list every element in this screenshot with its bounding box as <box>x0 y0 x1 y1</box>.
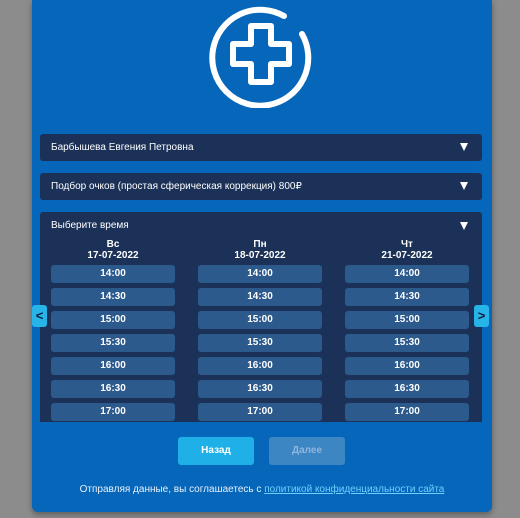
time-slot-button[interactable]: 17:00 <box>51 403 175 421</box>
day-heading: Пн 18-07-2022 <box>198 239 322 265</box>
consent-note: Отправляя данные, вы соглашаетесь с поли… <box>32 484 492 495</box>
day-column: Чт 21-07-2022 14:00 14:30 15:00 15:30 16:00 16:… <box>345 239 469 422</box>
consent-text: Отправляя данные, вы соглашаетесь с <box>79 484 265 495</box>
time-slot-button[interactable]: 16:00 <box>198 357 322 375</box>
time-slot-button[interactable]: 15:30 <box>51 334 175 352</box>
time-slot-button[interactable]: 17:00 <box>345 403 469 421</box>
time-select[interactable]: Выберите время <box>40 212 482 239</box>
day-column: Вс 17-07-2022 14:00 14:30 15:00 15:30 16:00 16:… <box>51 239 175 422</box>
time-slot-button[interactable]: 16:00 <box>345 357 469 375</box>
booking-panel: Барбышева Евгения Петровна Подбор очков … <box>32 0 492 512</box>
time-slot-button[interactable]: 16:30 <box>51 380 175 398</box>
doctor-select-value: Барбышева Евгения Петровна <box>51 142 194 153</box>
medical-cross-icon <box>209 6 312 108</box>
triangle-down-icon <box>460 143 468 151</box>
next-button[interactable]: Далее <box>269 437 345 465</box>
time-slot-button[interactable]: 14:30 <box>345 288 469 306</box>
time-slot-button[interactable]: 15:30 <box>198 334 322 352</box>
day-heading: Чт 21-07-2022 <box>345 239 469 265</box>
day-weekday: Чт <box>401 239 413 250</box>
day-heading: Вс 17-07-2022 <box>51 239 175 265</box>
doctor-select[interactable]: Барбышева Евгения Петровна <box>40 134 482 161</box>
back-button[interactable]: Назад <box>178 437 254 465</box>
time-slot-button[interactable]: 16:30 <box>198 380 322 398</box>
day-weekday: Вс <box>106 239 120 250</box>
time-slot-button[interactable]: 15:00 <box>51 311 175 329</box>
time-slot-button[interactable]: 16:30 <box>345 380 469 398</box>
time-slot-button[interactable]: 14:00 <box>51 265 175 283</box>
privacy-policy-link[interactable]: политикой конфиденциальности сайта <box>264 484 444 495</box>
day-date: 21-07-2022 <box>381 250 433 261</box>
time-slot-button[interactable]: 15:00 <box>345 311 469 329</box>
prev-days-button[interactable]: < <box>32 305 47 327</box>
time-slot-button[interactable]: 15:30 <box>345 334 469 352</box>
time-slot-button[interactable]: 14:30 <box>198 288 322 306</box>
time-slot-button[interactable]: 17:00 <box>198 403 322 421</box>
triangle-down-icon <box>460 222 468 230</box>
service-select-value: Подбор очков (простая сферическая коррек… <box>51 181 302 192</box>
day-date: 17-07-2022 <box>87 250 139 261</box>
backdrop-left <box>0 0 32 518</box>
time-slot-button[interactable]: 15:00 <box>198 311 322 329</box>
next-days-button[interactable]: > <box>474 305 489 327</box>
service-select[interactable]: Подбор очков (простая сферическая коррек… <box>40 173 482 200</box>
triangle-down-icon <box>460 182 468 190</box>
day-column: Пн 18-07-2022 14:00 14:30 15:00 15:30 16:00 16:… <box>198 239 322 422</box>
time-slot-button[interactable]: 16:00 <box>51 357 175 375</box>
time-picker: Выберите время Вс 17-07-2022 14:00 14:30 15:… <box>40 212 482 422</box>
time-select-label: Выберите время <box>51 220 129 231</box>
backdrop-right <box>492 0 520 518</box>
time-slot-button[interactable]: 14:00 <box>345 265 469 283</box>
day-date: 18-07-2022 <box>234 250 286 261</box>
time-slot-button[interactable]: 14:30 <box>51 288 175 306</box>
time-slot-button[interactable]: 14:00 <box>198 265 322 283</box>
day-weekday: Пн <box>253 239 267 250</box>
